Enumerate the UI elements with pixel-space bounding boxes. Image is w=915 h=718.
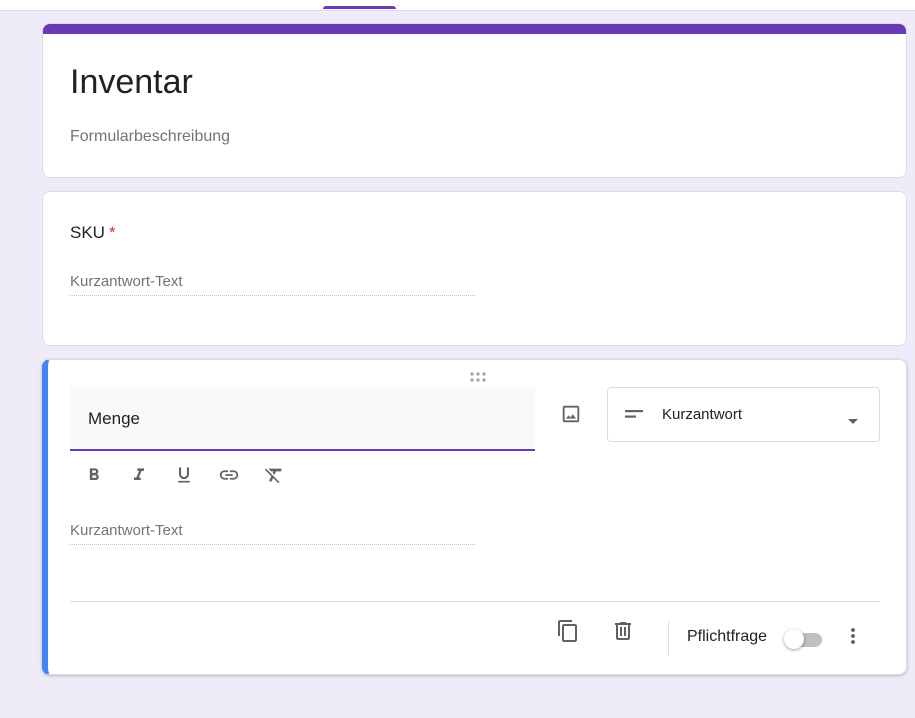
- clear-formatting-button[interactable]: [258, 461, 290, 493]
- question-title: SKU *: [70, 223, 116, 243]
- title-card-accent: [43, 24, 906, 34]
- delete-button[interactable]: [607, 617, 639, 649]
- underline-icon: [174, 465, 194, 490]
- question-title-text: SKU: [70, 223, 105, 242]
- required-asterisk: *: [108, 223, 116, 242]
- form-title[interactable]: Inventar: [70, 62, 193, 102]
- caret-down-icon: [847, 412, 859, 430]
- more-vert-icon: [841, 624, 865, 653]
- form-description-field[interactable]: Formularbeschreibung: [70, 128, 230, 146]
- question-type-label: Kurzantwort: [662, 406, 743, 423]
- bold-button[interactable]: [78, 461, 110, 493]
- footer-divider: [70, 601, 880, 602]
- question-type-dropdown[interactable]: Kurzantwort: [607, 387, 880, 442]
- question-title-value: Menge: [88, 409, 140, 428]
- italic-button[interactable]: [123, 461, 155, 493]
- add-image-button[interactable]: [553, 398, 589, 434]
- text-format-toolbar: [78, 461, 290, 493]
- duplicate-button[interactable]: [552, 617, 584, 649]
- question-card-menge[interactable]: Menge Kurzantwort Kurzantwort-Text Pflic…: [42, 359, 907, 675]
- underline-button[interactable]: [168, 461, 200, 493]
- footer-separator: [668, 621, 669, 656]
- short-answer-placeholder: Kurzantwort-Text: [70, 273, 475, 296]
- image-icon: [560, 403, 582, 430]
- active-tab-indicator: [323, 6, 396, 9]
- clear-formatting-icon: [263, 464, 285, 491]
- toggle-thumb: [784, 629, 804, 649]
- required-label: Pflichtfrage: [687, 628, 768, 645]
- short-answer-placeholder: Kurzantwort-Text: [70, 522, 475, 545]
- question-title-input[interactable]: Menge: [70, 387, 535, 451]
- link-button[interactable]: [213, 461, 245, 493]
- bold-icon: [84, 465, 104, 490]
- trash-icon: [611, 619, 635, 648]
- italic-icon: [129, 465, 149, 490]
- link-icon: [218, 464, 240, 491]
- short-answer-lines-icon: [624, 407, 644, 426]
- required-toggle[interactable]: [784, 628, 824, 650]
- copy-icon: [556, 619, 580, 648]
- top-tab-strip: [0, 0, 915, 11]
- form-title-card[interactable]: Inventar Formularbeschreibung: [42, 23, 907, 178]
- drag-handle-icon[interactable]: [468, 369, 492, 382]
- question-card-sku[interactable]: SKU * Kurzantwort-Text: [42, 191, 907, 346]
- more-options-button[interactable]: [837, 622, 869, 654]
